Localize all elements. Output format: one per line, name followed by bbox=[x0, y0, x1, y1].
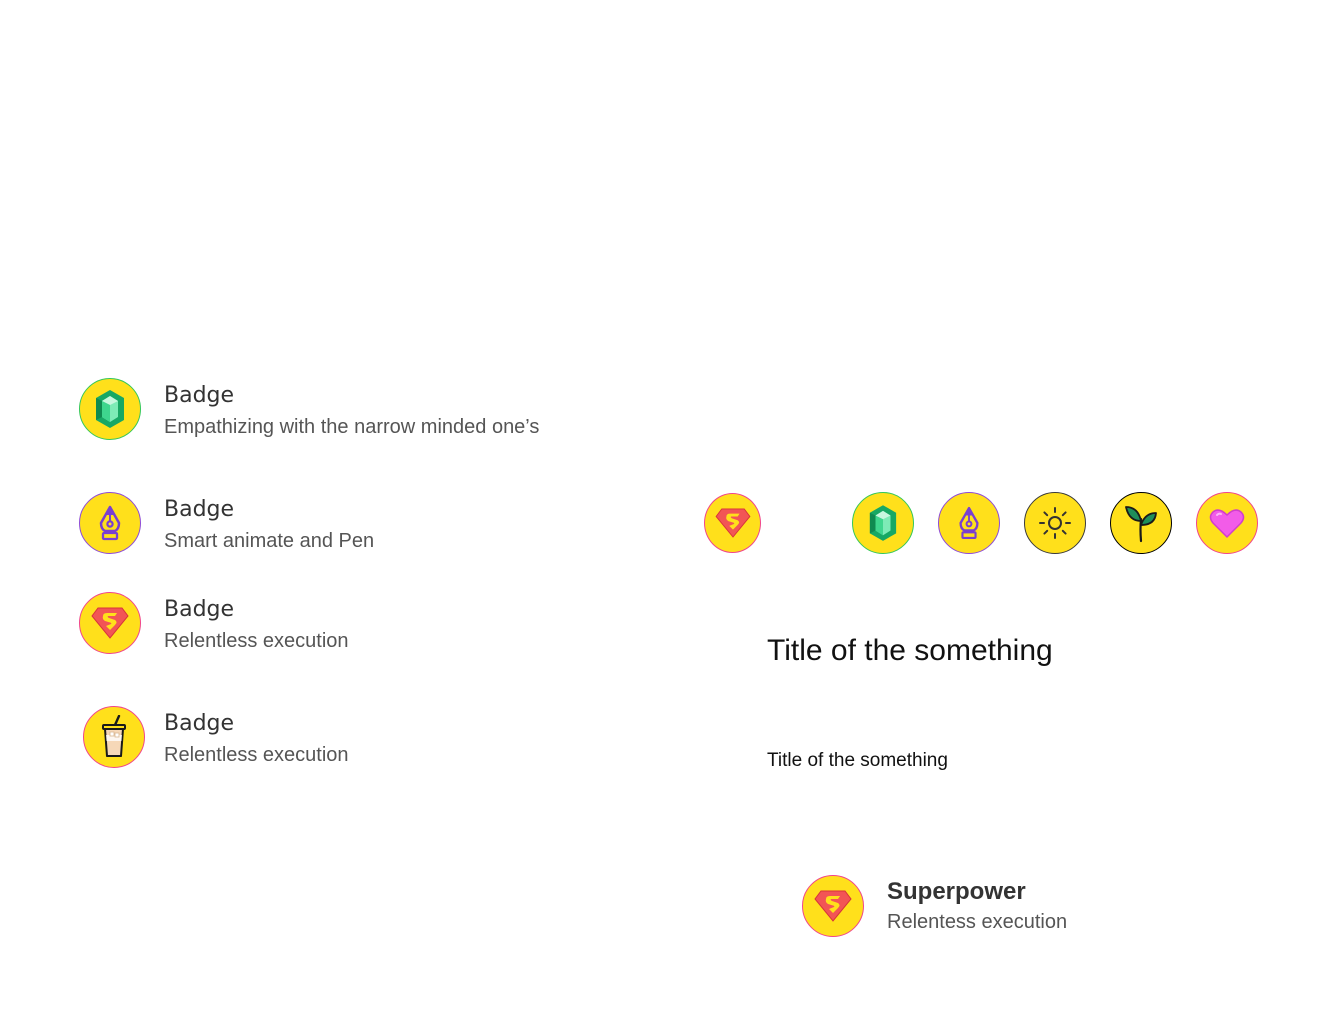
title-large: Title of the something bbox=[767, 634, 1053, 667]
heart-icon bbox=[1209, 509, 1245, 538]
row-badge-superman bbox=[704, 493, 761, 553]
superman-icon bbox=[91, 607, 129, 639]
list-badge-coffee bbox=[83, 706, 145, 768]
superpower-text: Superpower Relentess execution bbox=[887, 877, 1067, 937]
list-item-1: Badge Empathizing with the narrow minded… bbox=[164, 382, 539, 442]
row-badge-sprout bbox=[1110, 492, 1172, 554]
row-badge-gem bbox=[852, 492, 914, 554]
badge-description: Smart animate and Pen bbox=[164, 530, 375, 552]
list-badge-superman bbox=[79, 592, 141, 654]
badge-description: Empathizing with the narrow minded one’s bbox=[164, 416, 540, 438]
list-item-2: Badge Smart animate and Pen bbox=[164, 496, 374, 556]
iced-coffee-icon bbox=[102, 715, 126, 757]
pen-tool-icon bbox=[959, 506, 979, 540]
sprout-icon bbox=[1125, 506, 1157, 543]
list-item-4: Badge Relentless execution bbox=[164, 710, 349, 770]
superman-icon bbox=[814, 890, 852, 922]
list-badge-gem bbox=[79, 378, 141, 440]
title-small: Title of the something bbox=[767, 750, 948, 771]
pen-tool-icon bbox=[99, 505, 121, 541]
badge-title: Badge bbox=[164, 711, 235, 736]
superpower-title: Superpower bbox=[887, 878, 1026, 905]
badge-title: Badge bbox=[164, 383, 235, 408]
badge-description: Relentless execution bbox=[164, 744, 349, 766]
sun-icon bbox=[1039, 507, 1071, 539]
badge-title: Badge bbox=[164, 497, 235, 522]
superpower-badge bbox=[802, 875, 864, 937]
gem-icon bbox=[869, 505, 897, 541]
list-item-3: Badge Relentless execution bbox=[164, 596, 349, 656]
row-badge-pen bbox=[938, 492, 1000, 554]
row-badge-sun bbox=[1024, 492, 1086, 554]
superman-icon bbox=[715, 508, 750, 538]
gem-icon bbox=[96, 390, 124, 428]
superpower-description: Relentess execution bbox=[887, 911, 1068, 933]
row-badge-heart bbox=[1196, 492, 1258, 554]
list-badge-pen bbox=[79, 492, 141, 554]
badge-description: Relentless execution bbox=[164, 630, 349, 652]
badge-title: Badge bbox=[164, 597, 235, 622]
